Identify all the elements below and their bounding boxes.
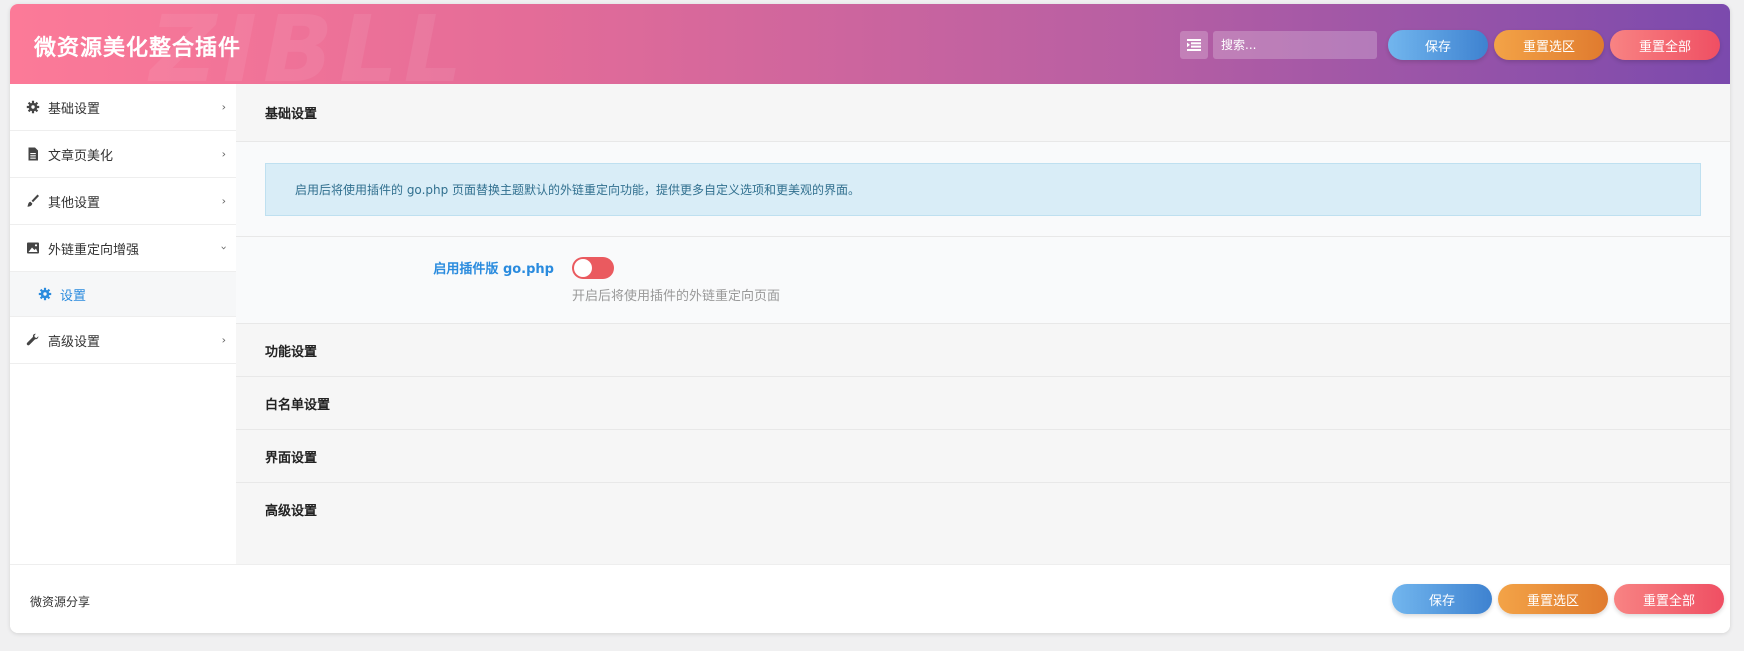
- list-icon: [1187, 39, 1201, 51]
- info-notice: 启用后将使用插件的 go.php 页面替换主题默认的外链重定向功能，提供更多自定…: [265, 163, 1701, 216]
- sidebar-item-article-beautify[interactable]: 文章页美化 ›: [10, 131, 236, 178]
- chevron-right-icon: ›: [221, 100, 226, 114]
- chevron-down-icon: ›: [217, 245, 231, 251]
- chevron-right-icon: ›: [221, 194, 226, 208]
- sidebar-item-label: 文章页美化: [48, 148, 114, 164]
- section-header-advanced[interactable]: 高级设置: [236, 483, 1730, 536]
- footer-save-button[interactable]: 保存: [1392, 584, 1492, 614]
- sidebar-item-label: 外链重定向增强: [48, 242, 140, 258]
- brush-icon: [26, 194, 40, 208]
- sidebar-item-label: 高级设置: [48, 334, 101, 350]
- footer-bar: 微资源分享 保存 重置选区 重置全部: [10, 564, 1730, 633]
- reset-all-button[interactable]: 重置全部: [1610, 30, 1720, 60]
- footer-reset-section-button[interactable]: 重置选区: [1498, 584, 1608, 614]
- sidebar-subitem-settings[interactable]: 设置: [10, 272, 236, 317]
- sidebar-item-redirect-enhance[interactable]: 外链重定向增强 ›: [10, 225, 236, 272]
- header-tools: 保存 重置选区 重置全部: [1180, 30, 1720, 60]
- header-bar: ZIBLL 微资源美化整合插件 保存 重置选区 重置全部: [10, 4, 1730, 84]
- sidebar-nav: 基础设置 › 文章页美化 › 其他设置 › 外链重定向增强 › 设置 高级设置 …: [10, 84, 237, 564]
- wrench-icon: [26, 333, 40, 347]
- footer-tools: 保存 重置选区 重置全部: [1386, 584, 1724, 614]
- section-header-basic[interactable]: 基础设置: [236, 84, 1730, 142]
- section-header-interface[interactable]: 界面设置: [236, 430, 1730, 483]
- save-button[interactable]: 保存: [1388, 30, 1488, 60]
- reset-section-button[interactable]: 重置选区: [1494, 30, 1604, 60]
- notice-wrap: 启用后将使用插件的 go.php 页面替换主题默认的外链重定向功能，提供更多自定…: [236, 142, 1730, 237]
- field-enable-go-php: 启用插件版 go.php 开启后将使用插件的外链重定向页面: [236, 237, 1730, 323]
- expand-all-button[interactable]: [1180, 31, 1208, 59]
- search-input[interactable]: [1213, 31, 1377, 59]
- field-label: 启用插件版 go.php: [433, 262, 554, 277]
- sidebar-item-basic-settings[interactable]: 基础设置 ›: [10, 84, 236, 131]
- chevron-right-icon: ›: [221, 147, 226, 161]
- footer-reset-all-button[interactable]: 重置全部: [1614, 584, 1724, 614]
- options-panel: ZIBLL 微资源美化整合插件 保存 重置选区 重置全部 基础设置: [10, 4, 1730, 633]
- sidebar-item-label: 基础设置: [48, 101, 101, 117]
- field-help-text: 开启后将使用插件的外链重定向页面: [572, 289, 781, 304]
- main-content: 基础设置 启用后将使用插件的 go.php 页面替换主题默认的外链重定向功能，提…: [236, 84, 1730, 564]
- page-title: 微资源美化整合插件: [34, 36, 242, 61]
- section-header-function[interactable]: 功能设置: [236, 324, 1730, 377]
- sidebar-subitem-label: 设置: [60, 288, 87, 304]
- sidebar-item-other-settings[interactable]: 其他设置 ›: [10, 178, 236, 225]
- section-header-whitelist[interactable]: 白名单设置: [236, 377, 1730, 430]
- document-icon: [26, 147, 40, 161]
- gear-icon: [26, 100, 40, 114]
- footer-text: 微资源分享: [30, 595, 91, 609]
- chevron-right-icon: ›: [221, 333, 226, 347]
- gear-icon: [38, 287, 52, 301]
- sidebar-item-advanced-settings[interactable]: 高级设置 ›: [10, 317, 236, 364]
- section-body-basic: 启用后将使用插件的 go.php 页面替换主题默认的外链重定向功能，提供更多自定…: [236, 142, 1730, 324]
- image-icon: [26, 241, 40, 255]
- enable-go-php-toggle[interactable]: [572, 257, 614, 279]
- sidebar-item-label: 其他设置: [48, 195, 101, 211]
- toggle-knob: [574, 259, 592, 277]
